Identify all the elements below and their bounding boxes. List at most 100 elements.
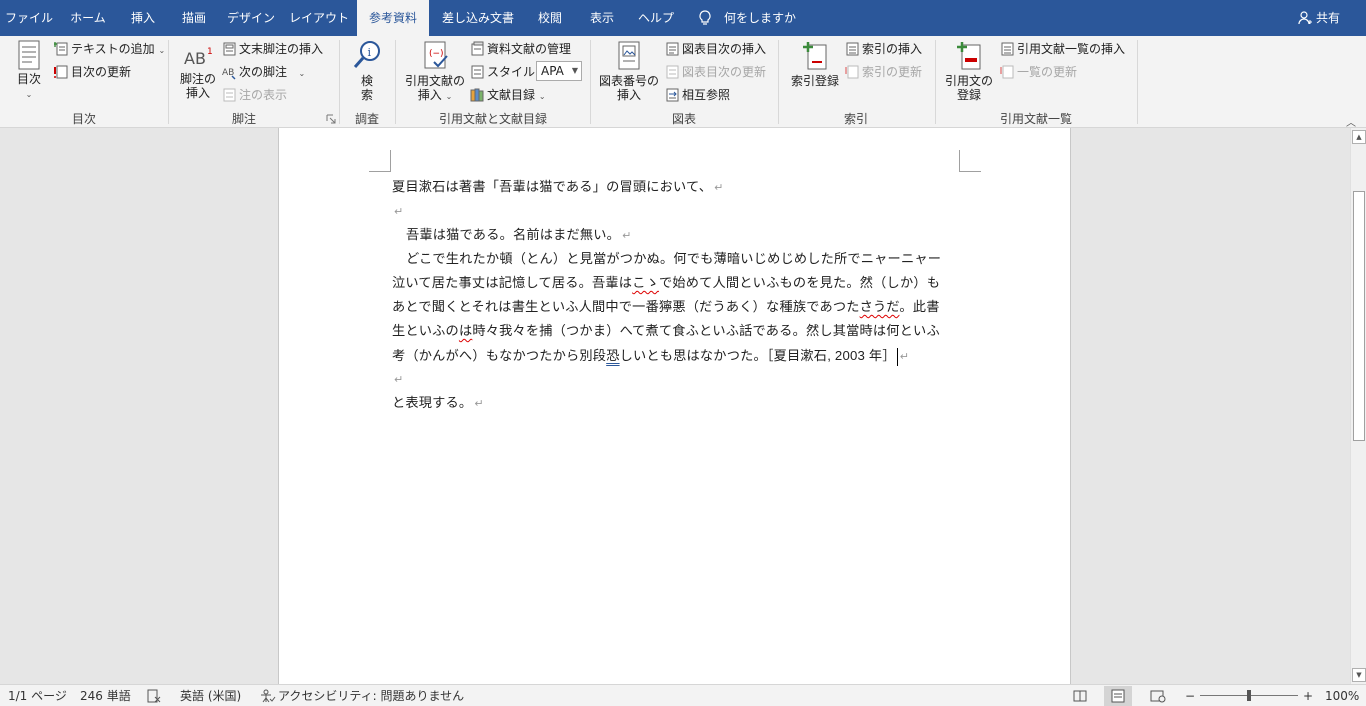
search-button[interactable]: i 検索: [348, 40, 386, 102]
cross-reference-label: 相互参照: [682, 88, 731, 102]
manage-sources-icon: [471, 41, 484, 56]
tab-file[interactable]: ファイル: [0, 0, 58, 36]
paragraph-line: 考（かんがへ）もなかつたから別段恐しいとも思はなかつた。［夏目漱石, 2003 …: [392, 347, 910, 366]
page-count[interactable]: 1/1 ページ: [8, 685, 67, 706]
web-layout-icon[interactable]: [1144, 686, 1172, 706]
scrollbar-thumb[interactable]: [1353, 191, 1365, 441]
group-label-citations: 引用文献と文献目録: [438, 112, 547, 126]
accessibility-status[interactable]: アクセシビリティ: 問題ありません: [278, 685, 464, 706]
zoom-level[interactable]: 100%: [1325, 685, 1359, 706]
update-table-icon: [54, 65, 68, 79]
group-label-authorities: 引用文献一覧: [999, 112, 1072, 126]
paragraph-mark: ↵: [899, 350, 910, 363]
bibliography-label: 文献目録: [487, 88, 536, 102]
scroll-down-icon[interactable]: ▼: [1352, 668, 1366, 682]
ribbon-references: 目次 ⌄ テキストの追加 ⌄ 目次の更新 目次 AB 1 脚注の 挿入 文末脚注の挿入…: [0, 36, 1366, 129]
paragraph: と表現する。 ↵: [392, 396, 484, 411]
document-page[interactable]: 夏目漱石は著書「吾輩は猫である」の冒頭において、 ↵ ↵ 吾輩は猫である。名前はま…: [278, 128, 1071, 684]
zoom-out-button[interactable]: −: [1185, 685, 1195, 706]
zoom-slider-thumb[interactable]: [1247, 690, 1251, 701]
dialog-launcher-icon[interactable]: [326, 114, 336, 124]
insert-citation-label-2: 挿入: [417, 88, 442, 102]
grammar-flag: 恐: [606, 349, 620, 364]
citation-style-value: APA: [541, 64, 564, 78]
word-count[interactable]: 246 単語: [80, 685, 131, 706]
show-notes-label: 注の表示: [239, 88, 288, 102]
group-separator: [339, 40, 340, 124]
print-layout-icon[interactable]: [1104, 686, 1132, 706]
accessibility-icon: [261, 689, 276, 703]
insert-index-icon: [846, 42, 859, 56]
tab-references[interactable]: 参考資料: [357, 0, 429, 36]
insert-citation-label-1: 引用文献の: [404, 74, 465, 88]
next-footnote-icon: AB: [222, 68, 236, 80]
insert-footnote-button[interactable]: AB 1 脚注の 挿入: [176, 44, 220, 100]
insert-table-of-authorities-label: 引用文献一覧の挿入: [1017, 42, 1126, 56]
add-text-label: テキストの追加: [71, 42, 155, 56]
cross-reference-icon: [666, 88, 679, 102]
margin-corner-mark: [369, 150, 391, 172]
table-of-contents-icon: [18, 40, 40, 70]
citation-field[interactable]: ［夏目漱石, 2003 年］: [767, 348, 896, 363]
tab-review[interactable]: 校閲: [528, 0, 572, 36]
toc-button[interactable]: 目次 ⌄: [12, 40, 46, 102]
vertical-scrollbar[interactable]: ▲ ▼: [1350, 128, 1366, 684]
insert-citation-button[interactable]: (−) 引用文献の 挿入 ⌄: [404, 40, 466, 104]
mark-citation-button[interactable]: 引用文の 登録: [944, 40, 994, 102]
tab-layout[interactable]: レイアウト: [286, 0, 352, 36]
paragraph-mark: ↵: [714, 181, 724, 194]
document-body[interactable]: 夏目漱石は著書「吾輩は猫である」の冒頭において、 ↵ ↵ 吾輩は猫である。名前はま…: [392, 176, 962, 416]
collapse-ribbon-icon[interactable]: ︿: [1346, 114, 1356, 129]
scroll-up-icon[interactable]: ▲: [1352, 130, 1366, 144]
paragraph-mark: ↵: [394, 205, 404, 218]
tab-home[interactable]: ホーム: [60, 0, 116, 36]
mark-citation-label-1: 引用文の: [944, 74, 993, 88]
table-of-authorities-icon: [1001, 42, 1014, 56]
next-footnote-label: 次の脚注: [239, 65, 288, 79]
chevron-down-icon: ▼: [571, 66, 578, 75]
citation-style-select[interactable]: APA ▼: [536, 61, 582, 81]
svg-text:i: i: [368, 46, 372, 59]
tell-me-search[interactable]: 何をしますか: [698, 0, 796, 36]
status-bar: 1/1 ページ 246 単語 英語 (米国) アクセシビリティ: 問題ありません…: [0, 684, 1366, 706]
person-add-icon: [1298, 11, 1312, 25]
group-label-index: 索引: [843, 112, 868, 126]
svg-text:(−): (−): [429, 49, 444, 59]
mark-citation-icon: [957, 42, 981, 70]
tab-mailings[interactable]: 差し込み文書: [434, 0, 522, 36]
toc-label: 目次: [16, 72, 41, 86]
group-separator: [168, 40, 169, 124]
tab-help[interactable]: ヘルプ: [632, 0, 680, 36]
footnote-ab-icon: AB 1: [184, 47, 213, 68]
zoom-in-button[interactable]: +: [1303, 685, 1313, 706]
svg-text:AB: AB: [184, 49, 206, 68]
group-label-toc: 目次: [71, 112, 96, 126]
read-mode-icon[interactable]: [1066, 686, 1094, 706]
proofing-icon[interactable]: [147, 689, 161, 703]
text-cursor: [896, 347, 898, 366]
table-of-figures-icon: [666, 42, 679, 56]
tab-insert[interactable]: 挿入: [118, 0, 168, 36]
paragraph-line: どこで生れたか頓（とん）と見當がつかぬ。何でも薄暗いじめじめした所でニャーニャー: [406, 252, 942, 267]
mark-entry-button[interactable]: 索引登録: [788, 40, 842, 88]
manage-sources-label: 資料文献の管理: [487, 42, 572, 56]
update-table-icon: [1000, 65, 1014, 79]
tab-design[interactable]: デザイン: [222, 0, 280, 36]
insert-endnote-label: 文末脚注の挿入: [239, 42, 324, 56]
group-separator: [395, 40, 396, 124]
tab-view[interactable]: 表示: [580, 0, 624, 36]
share-label: 共有: [1316, 11, 1341, 25]
bibliography-icon: [470, 88, 484, 102]
paragraph-mark: ↵: [474, 397, 484, 410]
mark-entry-icon: [803, 42, 827, 70]
tab-draw[interactable]: 描画: [170, 0, 218, 36]
chevron-down-icon: ⌄: [25, 90, 33, 99]
add-text-icon: [54, 42, 68, 56]
ribbon-tab-bar: ファイル ホーム 挿入 描画 デザイン レイアウト 参考資料 差し込み文書 校閲…: [0, 0, 1366, 36]
share-button[interactable]: 共有: [1298, 0, 1340, 36]
paragraph: ↵: [392, 200, 962, 224]
insert-caption-button[interactable]: 図表番号の 挿入: [598, 40, 660, 102]
language-indicator[interactable]: 英語 (米国): [180, 685, 241, 706]
mark-citation-label-2: 登録: [956, 88, 981, 102]
svg-text:1: 1: [207, 47, 213, 57]
